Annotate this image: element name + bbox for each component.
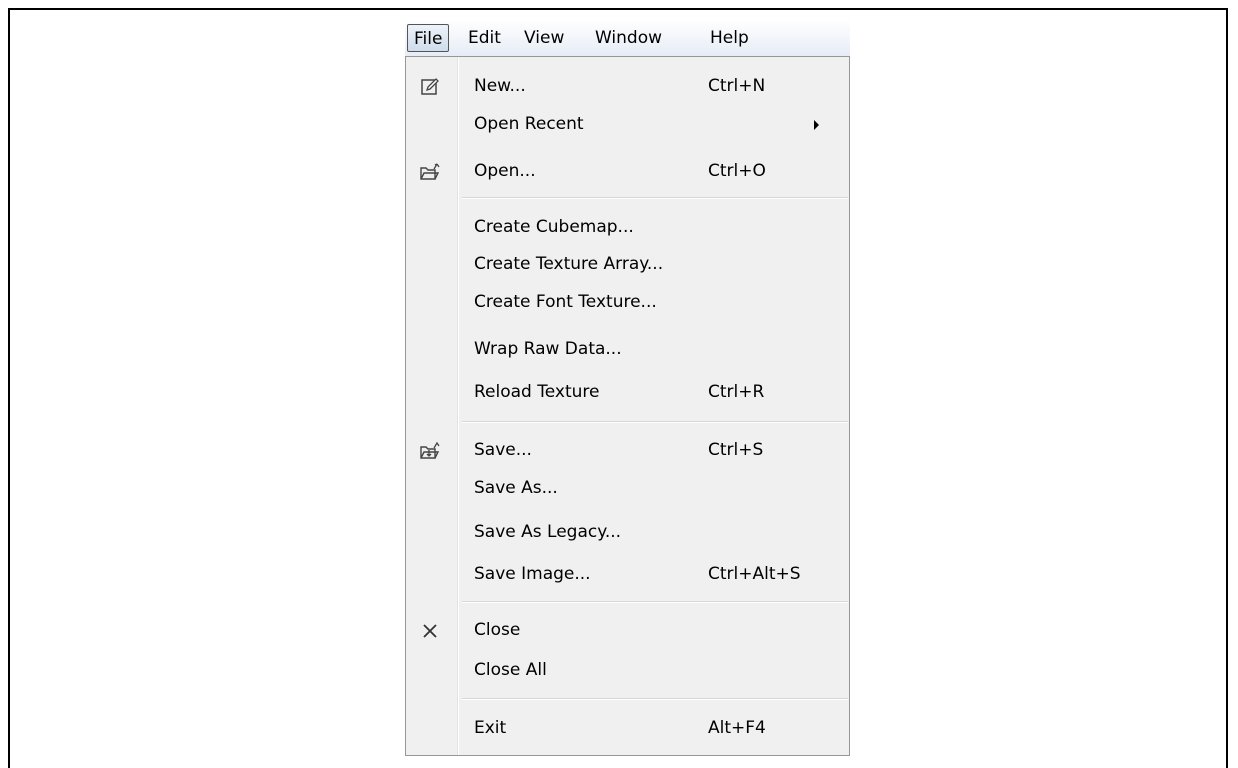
menu-item-label: Save Image... (474, 564, 591, 584)
menu-separator (462, 421, 848, 423)
menu-item-label: Reload Texture (474, 382, 600, 402)
menu-item-label: Save As... (474, 478, 558, 498)
close-x-icon (418, 620, 442, 642)
menu-item-save-as-legacy[interactable]: Save As Legacy... (406, 516, 849, 549)
menu-item-save-image[interactable]: Save Image... Ctrl+Alt+S (406, 558, 849, 591)
file-menu-dropdown: New... Ctrl+N Open Recent Open... Ctrl+O… (405, 56, 850, 756)
menu-item-new[interactable]: New... Ctrl+N (406, 70, 849, 103)
menu-item-open[interactable]: Open... Ctrl+O (406, 155, 849, 188)
shortcut-text: Ctrl+N (708, 76, 766, 96)
menu-item-close[interactable]: Close (406, 614, 849, 647)
shortcut-text: Ctrl+R (708, 382, 765, 402)
menu-item-label: Create Cubemap... (474, 217, 634, 237)
shortcut-text: Alt+F4 (708, 718, 766, 738)
menu-item-create-font-texture[interactable]: Create Font Texture... (406, 286, 849, 319)
menu-item-exit[interactable]: Exit Alt+F4 (406, 712, 849, 745)
menu-item-label: Close All (474, 660, 547, 680)
open-folder-icon (418, 161, 442, 183)
menu-item-label: Create Texture Array... (474, 254, 664, 274)
menu-file[interactable]: File (407, 24, 450, 52)
menu-separator (462, 197, 848, 199)
menu-item-create-cubemap[interactable]: Create Cubemap... (406, 211, 849, 244)
shortcut-text: Ctrl+S (708, 440, 764, 460)
submenu-arrow-icon (814, 120, 819, 130)
menu-window[interactable]: Window (589, 24, 668, 52)
menu-separator (462, 601, 848, 603)
menu-edit[interactable]: Edit (462, 24, 507, 52)
menu-help[interactable]: Help (704, 24, 755, 52)
menu-item-close-all[interactable]: Close All (406, 654, 849, 687)
menu-item-label: Create Font Texture... (474, 292, 657, 312)
menu-item-label: Open... (474, 161, 536, 181)
menu-item-reload-texture[interactable]: Reload Texture Ctrl+R (406, 376, 849, 409)
save-folder-icon (418, 440, 442, 462)
menu-item-label: Wrap Raw Data... (474, 339, 622, 359)
shortcut-text: Ctrl+Alt+S (708, 564, 801, 584)
shortcut-text: Ctrl+O (708, 161, 766, 181)
menu-separator (462, 698, 848, 700)
menu-item-wrap-raw-data[interactable]: Wrap Raw Data... (406, 333, 849, 366)
new-document-icon (418, 76, 442, 98)
menu-item-label: Save... (474, 440, 532, 460)
menu-item-label: Close (474, 620, 521, 640)
menu-item-label: Open Recent (474, 114, 584, 134)
menu-view[interactable]: View (518, 24, 570, 52)
menu-item-label: Exit (474, 718, 507, 738)
menu-item-open-recent[interactable]: Open Recent (406, 108, 849, 141)
menu-bar: File Edit View Window Help (405, 20, 850, 56)
menu-item-save[interactable]: Save... Ctrl+S (406, 434, 849, 467)
menu-item-label: Save As Legacy... (474, 522, 622, 542)
menu-item-label: New... (474, 76, 526, 96)
menu-item-create-texture-array[interactable]: Create Texture Array... (406, 248, 849, 281)
menu-item-save-as[interactable]: Save As... (406, 472, 849, 505)
